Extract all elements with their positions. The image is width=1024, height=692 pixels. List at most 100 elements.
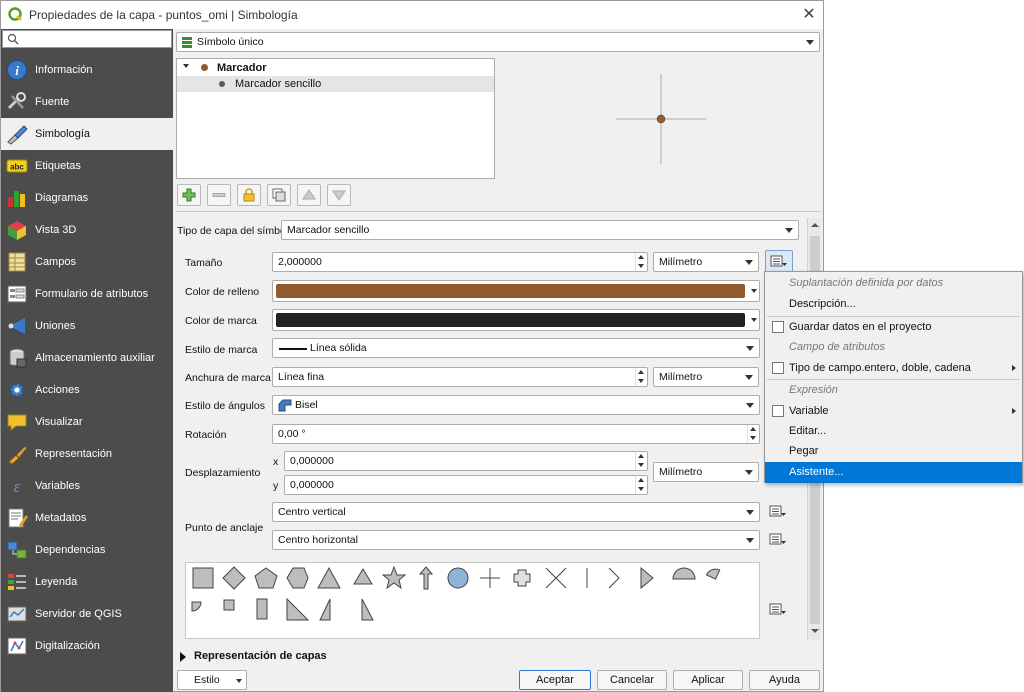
sidebar-item-4[interactable]: abc Etiquetas (1, 150, 173, 182)
apply-button[interactable]: Aplicar (673, 670, 743, 690)
spin-up-icon[interactable] (638, 255, 644, 259)
right-half-triangle-shape-icon[interactable] (286, 597, 310, 621)
tree-child-simple-marker[interactable]: Marcador sencillo (177, 76, 494, 92)
menu-item-paste[interactable]: Pegar (765, 441, 1022, 462)
ok-button[interactable]: Aceptar (519, 670, 591, 690)
offset-y-spinbox[interactable]: 0,000000 (284, 475, 648, 495)
square-shape-icon[interactable] (192, 567, 214, 589)
anchor-horizontal-data-defined-button[interactable] (767, 530, 791, 550)
sidebar-item-14[interactable]: ε Variables (1, 470, 173, 502)
diamond-shape-icon[interactable] (222, 566, 246, 590)
checkbox-icon[interactable] (772, 405, 784, 417)
offset-x-spinbox[interactable]: 0,000000 (284, 451, 648, 471)
fill-color-button[interactable] (272, 280, 760, 302)
sidebar-item-7[interactable]: Campos (1, 246, 173, 278)
menu-item-variable[interactable]: Variable (765, 401, 1022, 422)
sidebar-item-11[interactable]: Acciones (1, 374, 173, 406)
move-up-button[interactable] (297, 184, 321, 206)
spin-down-icon[interactable] (638, 463, 644, 467)
checkbox-icon[interactable] (772, 362, 784, 374)
circle-shape-icon[interactable] (447, 567, 469, 589)
chevron-down-icon[interactable] (751, 289, 757, 293)
help-button[interactable]: Ayuda (749, 670, 820, 690)
checkbox-icon[interactable] (772, 321, 784, 333)
spin-up-icon[interactable] (638, 454, 644, 458)
sidebar-item-3[interactable]: Simbología (1, 118, 173, 150)
sidebar-item-8[interactable]: Formulario de atributos (1, 278, 173, 310)
duplicate-layer-button[interactable] (267, 184, 291, 206)
sidebar-item-16[interactable]: Dependencias (1, 534, 173, 566)
left-half-triangle-shape-icon[interactable] (319, 598, 331, 621)
quarter-circle-shape-icon[interactable] (191, 601, 202, 612)
small-square-shape-icon[interactable] (223, 599, 235, 611)
sidebar-item-19[interactable]: Digitalización (1, 630, 173, 662)
rotation-spinbox[interactable]: 0,00 ° (272, 424, 760, 444)
half-triangle-shape-icon[interactable] (361, 598, 374, 621)
sidebar-search-input[interactable] (2, 30, 172, 48)
anchor-horizontal-combo[interactable]: Centro horizontal (272, 530, 760, 550)
sidebar-item-13[interactable]: Representación (1, 438, 173, 470)
expand-arrow-icon[interactable] (183, 64, 189, 68)
sidebar-item-12[interactable]: Visualizar (1, 406, 173, 438)
stroke-width-spinbox[interactable]: Línea fina (272, 367, 648, 387)
rectangle-shape-icon[interactable] (256, 598, 268, 620)
spin-up-icon[interactable] (750, 427, 756, 431)
spin-down-icon[interactable] (638, 264, 644, 268)
size-unit-combo[interactable]: Milímetro (653, 252, 759, 272)
menu-item-store-data[interactable]: Guardar datos en el proyecto (765, 317, 1022, 338)
size-spinbox[interactable]: 2,000000 (272, 252, 648, 272)
spin-down-icon[interactable] (638, 379, 644, 383)
close-button[interactable]: ✕ (799, 6, 819, 24)
cross-shape-icon[interactable] (480, 568, 500, 588)
anchor-vertical-combo[interactable]: Centro vertical (272, 502, 760, 522)
x-shape-icon[interactable] (545, 567, 567, 589)
join-style-combo[interactable]: Bisel (272, 395, 760, 415)
hexagon-shape-icon[interactable] (286, 567, 309, 589)
star-shape-icon[interactable] (381, 565, 407, 590)
menu-item-assistant[interactable]: Asistente... (765, 462, 1022, 483)
sidebar-item-9[interactable]: Uniones (1, 310, 173, 342)
sidebar-item-17[interactable]: Leyenda (1, 566, 173, 598)
scroll-down-icon[interactable] (811, 629, 819, 633)
cross-fill-shape-icon[interactable] (513, 569, 531, 587)
pentagon-shape-icon[interactable] (254, 567, 278, 589)
cancel-button[interactable]: Cancelar (597, 670, 667, 690)
equilateral-triangle-shape-icon[interactable] (353, 568, 373, 585)
stroke-style-combo[interactable]: Línea sólida (272, 338, 760, 358)
add-symbol-layer-button[interactable] (177, 184, 201, 206)
menu-item-edit[interactable]: Editar... (765, 421, 1022, 442)
arrow-shape-icon[interactable] (418, 566, 434, 590)
lock-layer-button[interactable] (237, 184, 261, 206)
layer-type-combo[interactable]: Marcador sencillo (281, 220, 799, 240)
sidebar-item-1[interactable]: i Información (1, 54, 173, 86)
sidebar-item-18[interactable]: Servidor de QGIS (1, 598, 173, 630)
sidebar-item-6[interactable]: Vista 3D (1, 214, 173, 246)
renderer-combo[interactable]: Símbolo único (176, 32, 820, 52)
triangle-shape-icon[interactable] (317, 566, 341, 589)
offset-unit-combo[interactable]: Milímetro (653, 462, 759, 482)
filled-arrowhead-shape-icon[interactable] (640, 566, 654, 590)
stroke-width-unit-combo[interactable]: Milímetro (653, 367, 759, 387)
sidebar-item-2[interactable]: Fuente (1, 86, 173, 118)
sidebar-item-15[interactable]: Metadatos (1, 502, 173, 534)
move-down-button[interactable] (327, 184, 351, 206)
scroll-up-icon[interactable] (811, 223, 819, 227)
tree-root-marker[interactable]: Marcador (177, 60, 494, 76)
stroke-color-button[interactable] (272, 309, 760, 331)
spin-down-icon[interactable] (750, 436, 756, 440)
spin-up-icon[interactable] (638, 370, 644, 374)
chevron-down-icon[interactable] (751, 318, 757, 322)
spin-down-icon[interactable] (638, 487, 644, 491)
spin-up-icon[interactable] (638, 478, 644, 482)
menu-item-description[interactable]: Descripción... (765, 294, 1022, 315)
remove-symbol-layer-button[interactable] (207, 184, 231, 206)
third-circle-shape-icon[interactable] (705, 566, 721, 580)
expand-arrow-icon[interactable] (180, 652, 186, 662)
layer-rendering-collapsible[interactable]: Representación de capas (177, 649, 477, 665)
sidebar-item-5[interactable]: Diagramas (1, 182, 173, 214)
semicircle-shape-icon[interactable] (672, 567, 696, 580)
arrowhead-shape-icon[interactable] (608, 567, 620, 589)
shape-data-defined-button[interactable] (767, 600, 791, 620)
menu-item-field-type[interactable]: Tipo de campo.entero, doble, cadena (765, 358, 1022, 379)
anchor-vertical-data-defined-button[interactable] (767, 502, 791, 522)
